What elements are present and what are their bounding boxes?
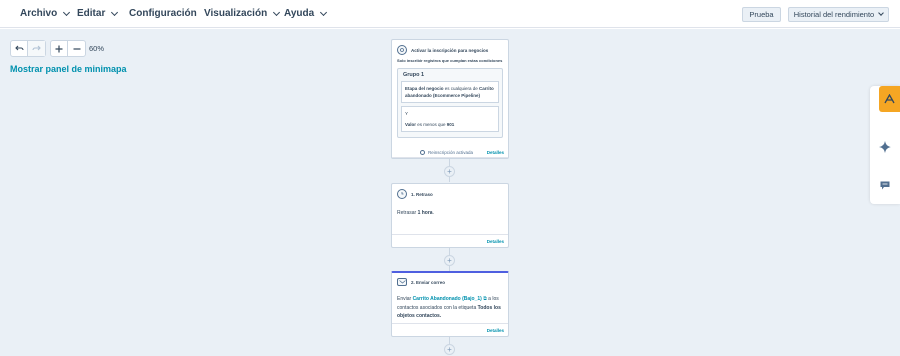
clock-icon	[397, 189, 407, 199]
trigger-icon	[397, 45, 407, 55]
email-prefix: Enviar	[397, 296, 413, 302]
menu-ayuda[interactable]: Ayuda	[284, 8, 328, 19]
menu-configuracion[interactable]: Configuración	[129, 8, 197, 19]
delay-card-body: Retrasar 1 hora.	[392, 199, 508, 218]
connector-line	[449, 177, 450, 182]
envelope-icon	[397, 278, 407, 286]
menu-archivo-label: Archivo	[20, 8, 58, 19]
trigger-card-title: Activar la inscripción para negocios	[411, 47, 489, 53]
menu-editar[interactable]: Editar	[77, 8, 119, 19]
delay-card-header: 1. Retraso	[392, 184, 508, 199]
minus-icon	[73, 47, 80, 50]
email-card-title: 2. Enviar correo	[411, 279, 446, 285]
show-minimap-link[interactable]: Mostrar panel de minimapa	[10, 64, 127, 74]
performance-history-button[interactable]: Historial del rendimiento	[788, 7, 889, 22]
redo-icon	[32, 45, 41, 51]
assistant-button[interactable]	[879, 140, 891, 158]
workflow-canvas[interactable]: 60% Mostrar panel de minimapa Activar la…	[0, 29, 900, 356]
cond2-value: 901	[446, 122, 455, 127]
assistant-launcher-button[interactable]	[879, 86, 900, 112]
trigger-details-link[interactable]: Detalles	[487, 150, 504, 155]
add-action-button[interactable]: +	[444, 255, 455, 266]
divider	[392, 157, 508, 158]
delay-card-title: 1. Retraso	[411, 191, 433, 197]
enrollment-trigger-card[interactable]: Activar la inscripción para negocios Sol…	[391, 39, 509, 159]
group-title: Grupo 1	[403, 72, 425, 78]
cond2-operator: es menos que	[416, 122, 447, 127]
cond2-label: Valor	[405, 122, 417, 127]
undo-button[interactable]	[11, 41, 28, 56]
menu-configuracion-label: Configuración	[129, 8, 197, 19]
sparkle-icon	[879, 141, 891, 153]
cond2-and: Y	[405, 111, 409, 116]
plus-icon	[55, 45, 63, 52]
condition-deal-stage[interactable]: Etapa del negocio es cualquiera de Carri…	[401, 81, 499, 103]
delay-value: 1 hora	[417, 210, 433, 216]
chevron-down-icon	[273, 8, 281, 16]
add-action-button[interactable]: +	[444, 344, 455, 355]
top-menubar: Archivo Editar Configuración Visualizaci…	[0, 0, 900, 28]
menu-visualizacion[interactable]: Visualización	[204, 8, 281, 19]
add-action-button[interactable]: +	[444, 166, 455, 177]
zoom-controls	[50, 40, 86, 57]
chevron-down-icon	[63, 8, 71, 16]
menu-archivo[interactable]: Archivo	[20, 8, 71, 19]
reenrollment-status: Reinscripción activada	[420, 150, 473, 155]
trigger-card-header: Activar la inscripción para negocios	[392, 40, 508, 55]
divider	[392, 323, 508, 324]
email-card-body: Enviar Carrito Abandonado (Bajo_1) ⧉ a l…	[392, 286, 508, 321]
cond1-label: Etapa del negocio	[405, 86, 444, 91]
reenrollment-label: Reinscripción activada	[428, 150, 474, 155]
divider	[392, 234, 508, 235]
menu-editar-label: Editar	[77, 8, 106, 19]
clock-icon	[420, 150, 425, 155]
chevron-down-icon	[320, 8, 328, 16]
zoom-out-button[interactable]	[68, 41, 85, 56]
cond1-operator: es cualquiera de	[443, 86, 480, 91]
zoom-in-button[interactable]	[51, 41, 68, 56]
chat-icon	[880, 181, 890, 190]
logo-icon	[884, 94, 895, 104]
delay-prefix: Retrasar	[397, 210, 418, 216]
condition-group: Grupo 1 Etapa del negocio es cualquiera …	[397, 68, 503, 138]
delay-action-card[interactable]: 1. Retraso Retrasar 1 hora. Detalles	[391, 183, 509, 248]
delay-details-link[interactable]: Detalles	[487, 239, 504, 244]
chevron-down-icon	[111, 8, 119, 16]
performance-history-label: Historial del rendimiento	[793, 10, 875, 19]
menu-ayuda-label: Ayuda	[284, 8, 315, 19]
history-controls	[10, 40, 46, 57]
delay-suffix: .	[432, 210, 434, 216]
email-template-link[interactable]: Carrito Abandonado (Bajo_1)	[413, 296, 482, 302]
email-card-header: 2. Enviar correo	[392, 273, 508, 286]
test-button[interactable]: Prueba	[742, 7, 781, 22]
email-details-link[interactable]: Detalles	[487, 328, 504, 333]
trigger-card-subtitle: Solo inscribir registros que cumplan est…	[397, 58, 503, 63]
send-email-action-card[interactable]: 2. Enviar correo Enviar Carrito Abandona…	[391, 271, 509, 337]
chevron-down-icon	[878, 10, 885, 16]
zoom-level: 60%	[89, 44, 105, 53]
redo-button[interactable]	[28, 41, 45, 56]
menu-visualizacion-label: Visualización	[204, 8, 268, 19]
chat-button[interactable]	[880, 177, 890, 195]
undo-icon	[14, 45, 24, 51]
condition-amount[interactable]: Y Valor es menos que 901	[401, 106, 499, 132]
